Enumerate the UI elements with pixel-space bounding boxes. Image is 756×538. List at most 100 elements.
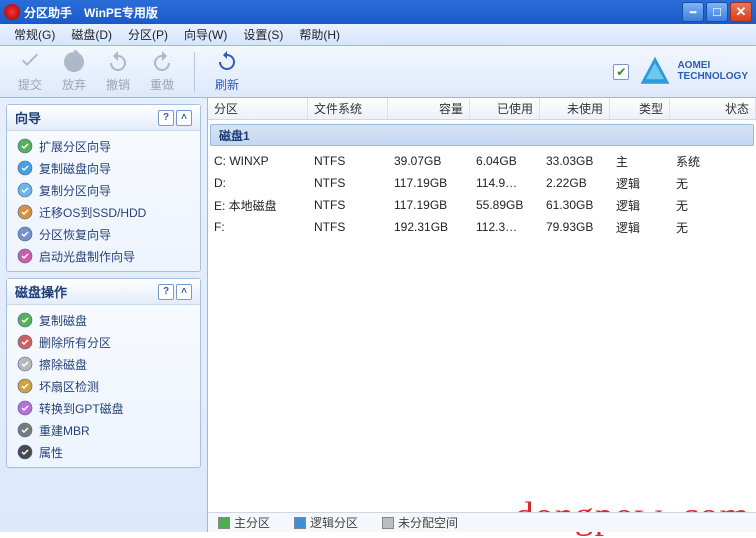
redo-button[interactable]: 重做 (140, 48, 184, 96)
undo-label: 撤销 (106, 76, 130, 93)
refresh-label: 刷新 (215, 76, 239, 93)
sidebar-item-label: 重建MBR (39, 422, 90, 439)
wizard-panel-header: 向导 ? ˄ (7, 105, 200, 131)
legend-logical: 逻辑分区 (294, 514, 358, 531)
sidebar-item[interactable]: 复制磁盘向导 (13, 157, 194, 179)
close-button[interactable]: ✕ (730, 2, 752, 22)
sidebar-item[interactable]: 扩展分区向导 (13, 135, 194, 157)
swatch-logical (294, 517, 306, 529)
table-row[interactable]: E: 本地磁盘 NTFS 117.19GB 55.89GB 61.30GB 逻辑… (208, 194, 756, 216)
legend-unalloc: 未分配空间 (382, 514, 458, 531)
col-capacity[interactable]: 容量 (388, 98, 470, 119)
cell-partition: D: (208, 176, 308, 190)
panel-help-button[interactable]: ? (158, 284, 174, 300)
col-status[interactable]: 状态 (670, 98, 756, 119)
cell-used: 55.89GB (470, 198, 540, 212)
sidebar-item-label: 扩展分区向导 (39, 138, 111, 155)
disk-group-header[interactable]: 磁盘1 (210, 124, 754, 146)
main-area: 向导 ? ˄ 扩展分区向导复制磁盘向导复制分区向导迁移OS到SSD/HDD 分区恢… (0, 98, 756, 532)
menubar: 常规(G) 磁盘(D) 分区(P) 向导(W) 设置(S) 帮助(H) (0, 24, 756, 46)
menu-general[interactable]: 常规(G) (6, 26, 63, 43)
panel-collapse-button[interactable]: ˄ (176, 284, 192, 300)
table-row[interactable]: F: NTFS 192.31GB 112.3… 79.93GB 逻辑 无 (208, 216, 756, 238)
content-area: 分区 文件系统 容量 已使用 未使用 类型 状态 磁盘1 C: WINXP NT… (208, 98, 756, 532)
table-header: 分区 文件系统 容量 已使用 未使用 类型 状态 (208, 98, 756, 120)
cell-type: 主 (610, 153, 670, 170)
sidebar-item-label: 转换到GPT磁盘 (39, 400, 124, 417)
toolbar-checkbox[interactable]: ✔ (613, 64, 629, 80)
aomei-icon (637, 54, 673, 90)
sidebar-item[interactable]: 复制分区向导 (13, 179, 194, 201)
cell-partition: F: (208, 220, 308, 234)
app-title: 分区助手 (24, 4, 72, 21)
col-partition[interactable]: 分区 (208, 98, 308, 119)
refresh-button[interactable]: 刷新 (205, 48, 249, 96)
refresh-icon (215, 50, 239, 74)
undo-button[interactable]: 撤销 (96, 48, 140, 96)
sidebar-item[interactable]: 重建MBR (13, 419, 194, 441)
legend-unalloc-label: 未分配空间 (398, 514, 458, 531)
sidebar-item-label: 属性 (39, 444, 63, 461)
minimize-button[interactable]: ━ (682, 2, 704, 22)
sidebar-item-label: 迁移OS到SSD/HDD (39, 204, 146, 221)
sidebar-item[interactable]: 擦除磁盘 (13, 353, 194, 375)
commit-button[interactable]: 提交 (8, 48, 52, 96)
col-used[interactable]: 已使用 (470, 98, 540, 119)
discard-button[interactable]: 放弃 (52, 48, 96, 96)
cell-fs: NTFS (308, 198, 388, 212)
toolbar-separator (194, 52, 195, 92)
cell-used: 112.3… (470, 220, 540, 234)
cell-used: 114.9… (470, 176, 540, 190)
maximize-button[interactable]: ☐ (706, 2, 728, 22)
cell-free: 61.30GB (540, 198, 610, 212)
menu-partition[interactable]: 分区(P) (120, 26, 176, 43)
brand-name: AOMEI (677, 60, 710, 71)
sidebar-item-label: 启动光盘制作向导 (39, 248, 135, 265)
cell-type: 逻辑 (610, 175, 670, 192)
sidebar: 向导 ? ˄ 扩展分区向导复制磁盘向导复制分区向导迁移OS到SSD/HDD 分区恢… (0, 98, 208, 532)
diskops-panel: 磁盘操作 ? ˄ 复制磁盘删除所有分区擦除磁盘坏扇区检测转换到GPT磁盘重建MB… (6, 278, 201, 468)
menu-help[interactable]: 帮助(H) (291, 26, 348, 43)
cell-free: 2.22GB (540, 176, 610, 190)
cell-status: 无 (670, 175, 756, 192)
app-edition: WinPE专用版 (84, 4, 158, 21)
titlebar: 分区助手 WinPE专用版 ━ ☐ ✕ (0, 0, 756, 24)
brand-sub: TECHNOLOGY (677, 71, 748, 82)
cell-type: 逻辑 (610, 197, 670, 214)
toolbar: 提交 放弃 撤销 重做 刷新 ✔ AOMEITECHNOLOGY (0, 46, 756, 98)
panel-collapse-button[interactable]: ˄ (176, 110, 192, 126)
sidebar-item-label: 擦除磁盘 (39, 356, 87, 373)
menu-disk[interactable]: 磁盘(D) (63, 26, 120, 43)
cell-capacity: 192.31GB (388, 220, 470, 234)
table-row[interactable]: C: WINXP NTFS 39.07GB 6.04GB 33.03GB 主 系… (208, 150, 756, 172)
sidebar-item[interactable]: 分区恢复向导 (13, 223, 194, 245)
sidebar-item[interactable]: 迁移OS到SSD/HDD (13, 201, 194, 223)
discard-label: 放弃 (62, 76, 86, 93)
cell-type: 逻辑 (610, 219, 670, 236)
sidebar-item-label: 复制分区向导 (39, 182, 111, 199)
col-free[interactable]: 未使用 (540, 98, 610, 119)
cell-partition: C: WINXP (208, 154, 308, 168)
menu-wizard[interactable]: 向导(W) (176, 26, 235, 43)
table-row[interactable]: D: NTFS 117.19GB 114.9… 2.22GB 逻辑 无 (208, 172, 756, 194)
menu-settings[interactable]: 设置(S) (235, 26, 291, 43)
cell-free: 79.93GB (540, 220, 610, 234)
sidebar-item[interactable]: 坏扇区检测 (13, 375, 194, 397)
redo-label: 重做 (150, 76, 174, 93)
checkmark-icon (18, 50, 42, 74)
sidebar-item[interactable]: 删除所有分区 (13, 331, 194, 353)
cell-capacity: 39.07GB (388, 154, 470, 168)
panel-help-button[interactable]: ? (158, 110, 174, 126)
app-icon (4, 4, 20, 20)
col-filesystem[interactable]: 文件系统 (308, 98, 388, 119)
cell-fs: NTFS (308, 176, 388, 190)
diskops-panel-title: 磁盘操作 (15, 282, 67, 301)
sidebar-item[interactable]: 转换到GPT磁盘 (13, 397, 194, 419)
col-type[interactable]: 类型 (610, 98, 670, 119)
cell-capacity: 117.19GB (388, 176, 470, 190)
diskops-panel-header: 磁盘操作 ? ˄ (7, 279, 200, 305)
sidebar-item[interactable]: 复制磁盘 (13, 309, 194, 331)
sidebar-item[interactable]: 属性 (13, 441, 194, 463)
sidebar-item[interactable]: 启动光盘制作向导 (13, 245, 194, 267)
cell-capacity: 117.19GB (388, 198, 470, 212)
